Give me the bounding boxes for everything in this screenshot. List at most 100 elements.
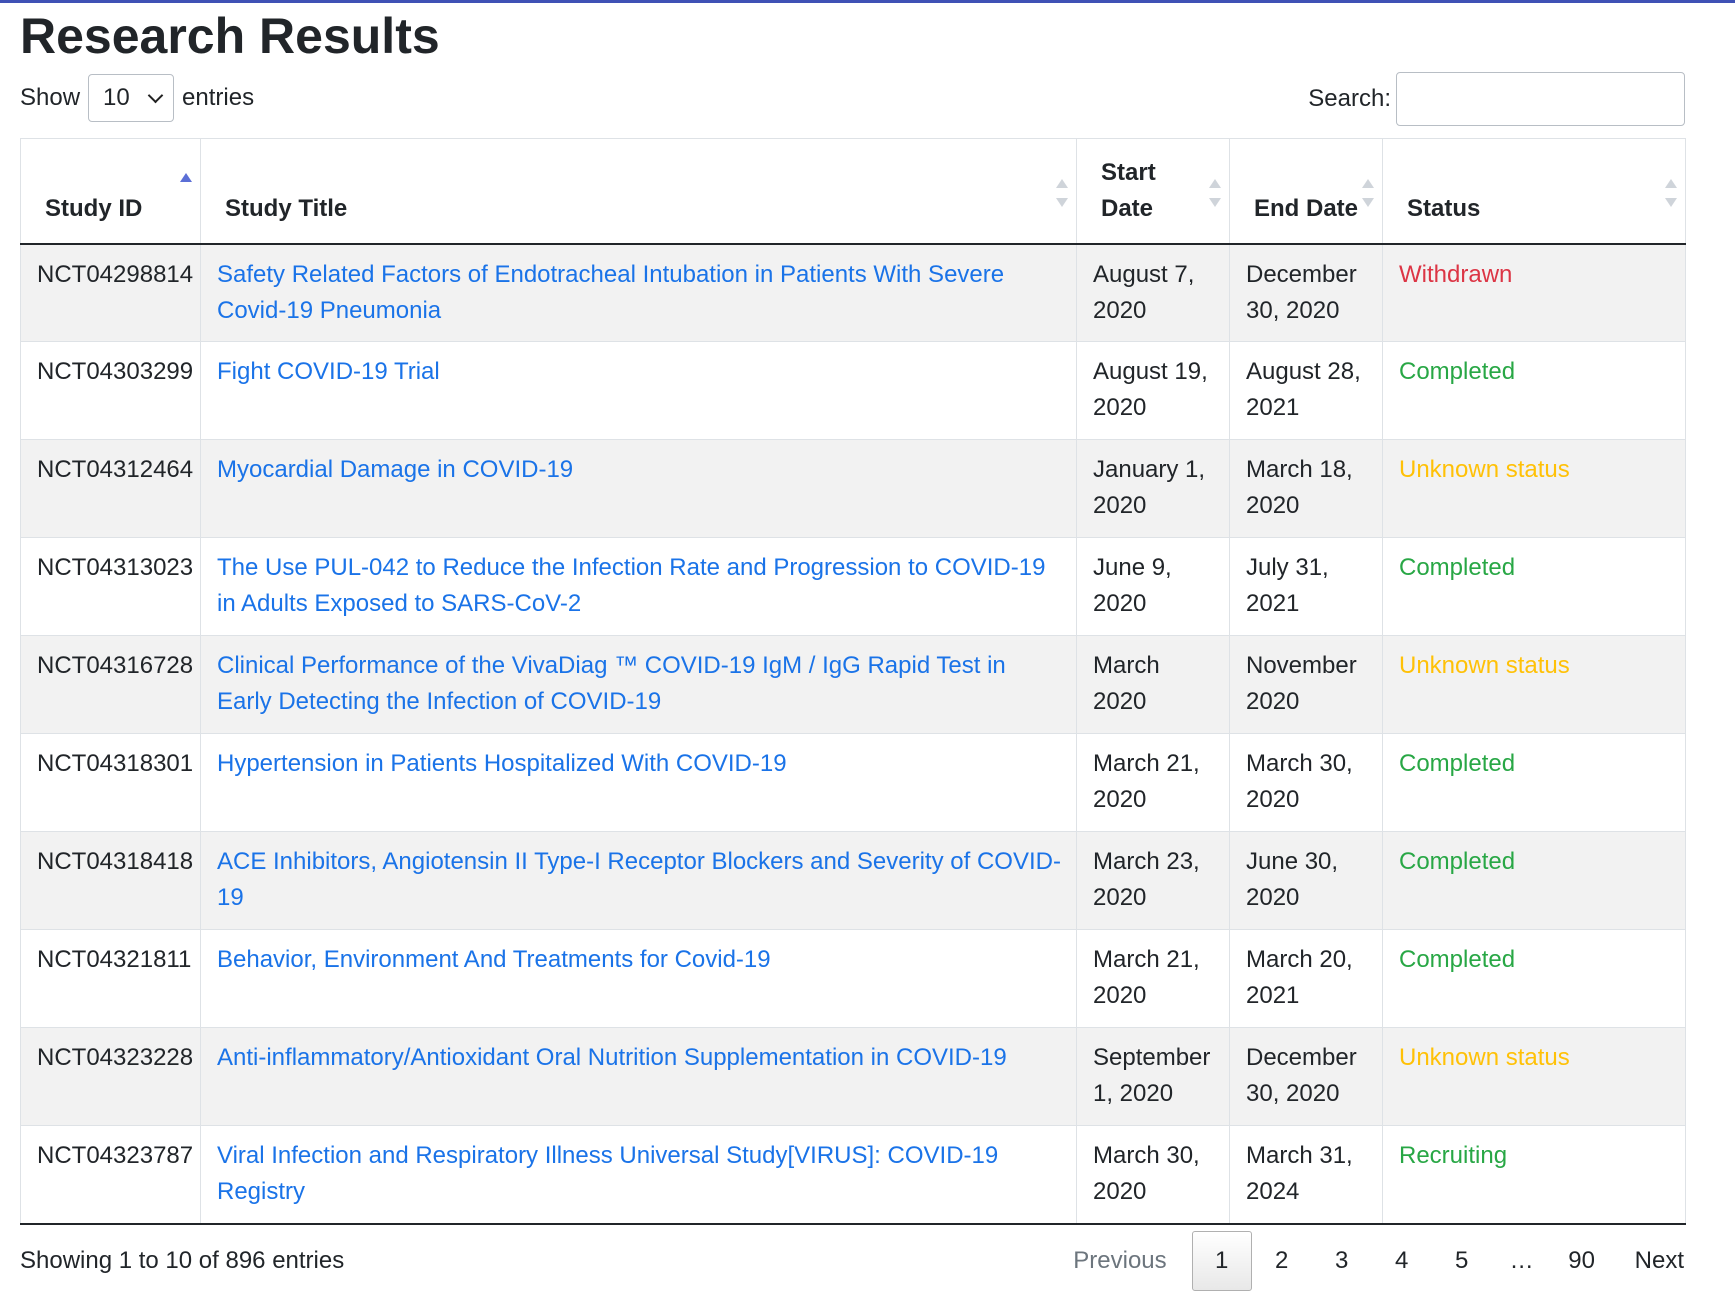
study-title-link[interactable]: Anti-inflammatory/Antioxidant Oral Nutri… <box>217 1044 1007 1071</box>
start-date-cell: March 21, 2020 <box>1076 929 1230 1028</box>
start-date-cell: January 1, 2020 <box>1076 439 1230 538</box>
chevron-down-icon <box>147 87 164 104</box>
status-cell: Withdrawn <box>1382 243 1686 342</box>
sort-down-arrow <box>1665 198 1677 207</box>
end-date-cell: November 2020 <box>1229 635 1383 734</box>
study-title-cell: Safety Related Factors of Endotracheal I… <box>200 243 1077 342</box>
study-title-link[interactable]: ACE Inhibitors, Angiotensin II Type-I Re… <box>217 848 1061 911</box>
study-title-cell: Fight COVID-19 Trial <box>200 341 1077 440</box>
study-id-cell: NCT04313023 <box>20 537 201 636</box>
column-header-study-title[interactable]: Study Title <box>200 138 1077 245</box>
study-id-cell: NCT04318301 <box>20 733 201 832</box>
study-id-cell: NCT04323787 <box>20 1125 201 1225</box>
status-cell: Completed <box>1382 929 1686 1028</box>
end-date-cell: June 30, 2020 <box>1229 831 1383 930</box>
start-date-cell: March 2020 <box>1076 635 1230 734</box>
page-button-90[interactable]: 90 <box>1552 1231 1612 1291</box>
end-date-cell: March 20, 2021 <box>1229 929 1383 1028</box>
end-date-cell: July 31, 2021 <box>1229 537 1383 636</box>
table-row: NCT04303299 Fight COVID-19 Trial August … <box>20 341 1686 440</box>
table-controls: Show 10 entries Search: <box>20 72 1685 128</box>
table-row: NCT04313023 The Use PUL-042 to Reduce th… <box>20 537 1686 636</box>
table-row: NCT04323787 Viral Infection and Respirat… <box>20 1125 1686 1225</box>
status-cell: Completed <box>1382 341 1686 440</box>
study-title-link[interactable]: The Use PUL-042 to Reduce the Infection … <box>217 554 1045 617</box>
column-header-status[interactable]: Status <box>1382 138 1686 245</box>
end-date-cell: March 31, 2024 <box>1229 1125 1383 1225</box>
table-row: NCT04298814 Safety Related Factors of En… <box>20 243 1686 342</box>
end-date-cell: December 30, 2020 <box>1229 1027 1383 1126</box>
pagination: Previous 1 2 3 4 5 … 90 Next <box>1060 1231 1685 1291</box>
study-title-cell: Clinical Performance of the VivaDiag ™ C… <box>200 635 1077 734</box>
start-date-cell: March 21, 2020 <box>1076 733 1230 832</box>
end-date-cell: December 30, 2020 <box>1229 243 1383 342</box>
table-row: NCT04312464 Myocardial Damage in COVID-1… <box>20 439 1686 538</box>
start-date-cell: March 30, 2020 <box>1076 1125 1230 1225</box>
sort-ascending-icon <box>180 173 192 201</box>
study-title-link[interactable]: Viral Infection and Respiratory Illness … <box>217 1142 998 1205</box>
table-body: NCT04298814 Safety Related Factors of En… <box>20 243 1686 1225</box>
page-title: Research Results <box>20 8 440 64</box>
study-title-cell: Viral Infection and Respiratory Illness … <box>200 1125 1077 1225</box>
entries-per-page-value: 10 <box>103 84 130 111</box>
page-button-5[interactable]: 5 <box>1432 1231 1492 1291</box>
column-header-study-id[interactable]: Study ID <box>20 138 201 245</box>
study-title-link[interactable]: Fight COVID-19 Trial <box>217 358 440 385</box>
column-header-label: Start Date <box>1101 158 1156 222</box>
table-header-row: Study ID Study Title Start Date End Date… <box>20 138 1686 245</box>
entries-length-control: Show 10 entries <box>20 74 254 122</box>
show-label: Show <box>20 84 81 111</box>
start-date-cell: August 19, 2020 <box>1076 341 1230 440</box>
study-id-cell: NCT04316728 <box>20 635 201 734</box>
page-button-3[interactable]: 3 <box>1312 1231 1372 1291</box>
study-title-cell: Behavior, Environment And Treatments for… <box>200 929 1077 1028</box>
top-accent-rule <box>0 0 1735 3</box>
status-cell: Unknown status <box>1382 635 1686 734</box>
column-header-start-date[interactable]: Start Date <box>1076 138 1230 245</box>
search-control: Search: <box>1308 72 1685 126</box>
sort-down-arrow <box>1362 198 1374 207</box>
previous-page-button[interactable]: Previous <box>1060 1231 1191 1291</box>
study-title-cell: ACE Inhibitors, Angiotensin II Type-I Re… <box>200 831 1077 930</box>
status-cell: Completed <box>1382 733 1686 832</box>
page-button-1[interactable]: 1 <box>1191 1231 1252 1291</box>
page-button-2[interactable]: 2 <box>1252 1231 1312 1291</box>
study-title-link[interactable]: Behavior, Environment And Treatments for… <box>217 946 771 973</box>
entries-per-page-select[interactable]: 10 <box>88 74 175 122</box>
study-id-cell: NCT04323228 <box>20 1027 201 1126</box>
study-title-cell: Myocardial Damage in COVID-19 <box>200 439 1077 538</box>
start-date-cell: September 1, 2020 <box>1076 1027 1230 1126</box>
end-date-cell: March 18, 2020 <box>1229 439 1383 538</box>
study-title-link[interactable]: Hypertension in Patients Hospitalized Wi… <box>217 750 787 777</box>
sort-up-arrow <box>1362 179 1374 188</box>
column-header-label: Study Title <box>225 194 348 222</box>
column-header-end-date[interactable]: End Date <box>1229 138 1383 245</box>
status-cell: Unknown status <box>1382 439 1686 538</box>
sort-both-icon <box>1209 179 1221 207</box>
start-date-cell: August 7, 2020 <box>1076 243 1230 342</box>
start-date-cell: June 9, 2020 <box>1076 537 1230 636</box>
study-id-cell: NCT04303299 <box>20 341 201 440</box>
entries-label: entries <box>182 84 255 111</box>
column-header-label: Status <box>1407 194 1481 222</box>
search-input[interactable] <box>1396 72 1685 126</box>
sort-down-arrow <box>1056 198 1068 207</box>
next-page-button[interactable]: Next <box>1612 1231 1685 1291</box>
study-id-cell: NCT04318418 <box>20 831 201 930</box>
table-row: NCT04316728 Clinical Performance of the … <box>20 635 1686 734</box>
study-id-cell: NCT04298814 <box>20 243 201 342</box>
sort-both-icon <box>1056 179 1068 207</box>
study-id-cell: NCT04312464 <box>20 439 201 538</box>
study-title-link[interactable]: Myocardial Damage in COVID-19 <box>217 456 573 483</box>
page-button-4[interactable]: 4 <box>1372 1231 1432 1291</box>
column-header-label: End Date <box>1254 194 1359 222</box>
search-label: Search: <box>1308 85 1391 112</box>
end-date-cell: March 30, 2020 <box>1229 733 1383 832</box>
sort-up-arrow <box>180 173 192 182</box>
column-header-label: Study ID <box>45 194 143 222</box>
start-date-cell: March 23, 2020 <box>1076 831 1230 930</box>
study-title-link[interactable]: Clinical Performance of the VivaDiag ™ C… <box>217 652 1006 715</box>
status-cell: Unknown status <box>1382 1027 1686 1126</box>
study-title-cell: Anti-inflammatory/Antioxidant Oral Nutri… <box>200 1027 1077 1126</box>
study-title-link[interactable]: Safety Related Factors of Endotracheal I… <box>217 261 1004 324</box>
